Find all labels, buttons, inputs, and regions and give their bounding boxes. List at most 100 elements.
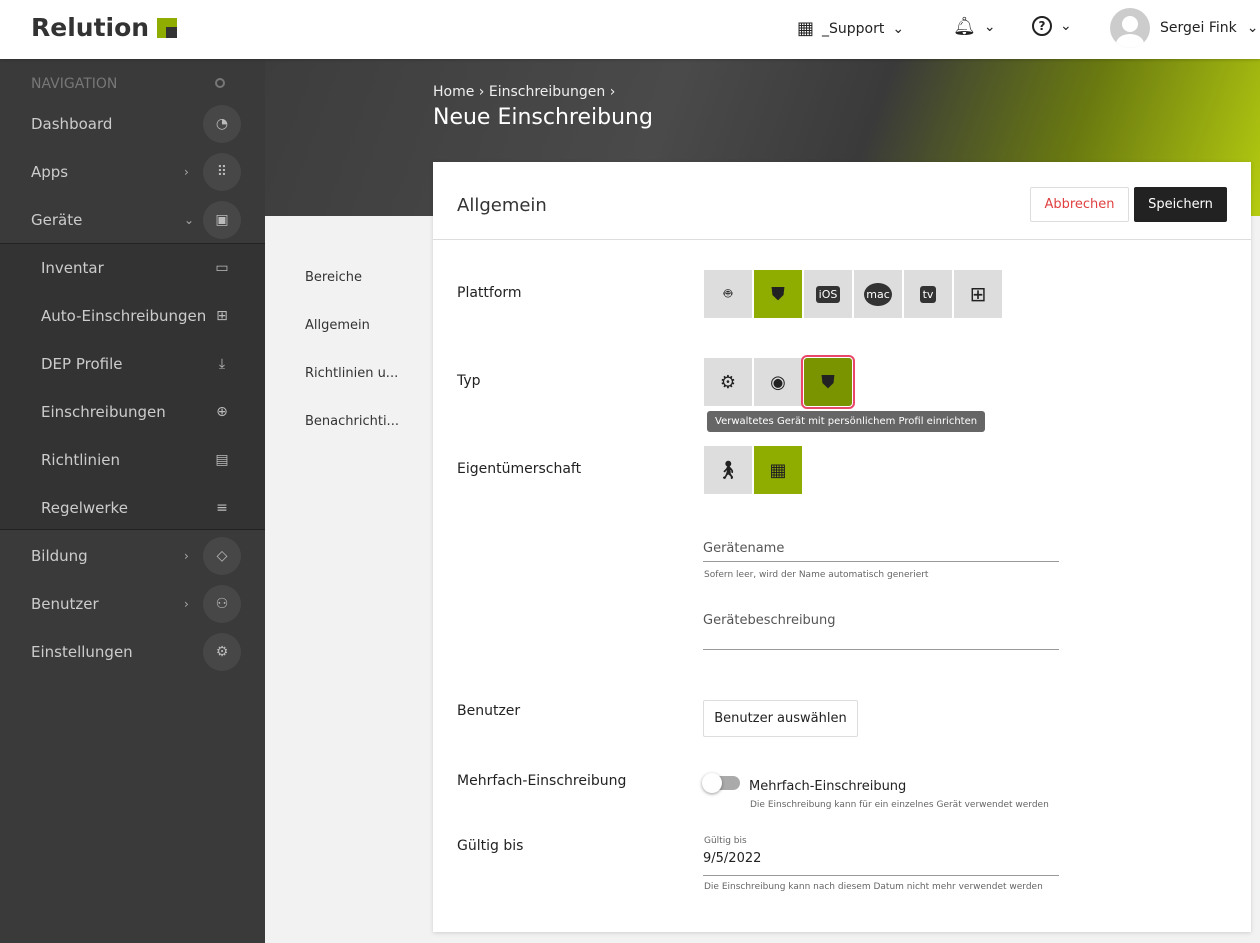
sidebar-item-auto-einschreibungen[interactable]: Auto-Einschreibungen ⊞: [0, 292, 265, 340]
sidebar-item-icon: ⠿: [203, 153, 241, 191]
ownership-personal[interactable]: 🚶︎: [704, 446, 752, 494]
chevron-icon: ›: [184, 597, 189, 611]
platform-windows[interactable]: ⊞: [954, 270, 1002, 318]
shield-person-icon: ⛊: [821, 371, 835, 393]
device-name-hint: Sofern leer, wird der Name automatisch g…: [704, 570, 929, 580]
person-icon: 🚶︎: [716, 459, 740, 481]
pin-icon[interactable]: [215, 78, 225, 88]
subnav-bereiche[interactable]: Bereiche: [305, 270, 362, 285]
chevron-icon: ⌄: [184, 213, 195, 227]
valid-until-hint: Die Einschreibung kann nach diesem Datum…: [704, 882, 1043, 892]
shield-user-icon: ◉: [770, 371, 786, 393]
chevron-down-icon: ⌄: [1060, 18, 1072, 34]
shield-briefcase-icon: ⛊: [771, 283, 785, 305]
sidebar-item-icon: ◇: [203, 537, 241, 575]
type-managed-device-personal-profile[interactable]: ⛊: [801, 355, 855, 409]
sidebar-item-benutzer[interactable]: Benutzer › ⚇: [0, 580, 265, 628]
sidebar-item-label: Einschreibungen: [41, 403, 166, 421]
help-button[interactable]: ? ⌄: [1032, 16, 1072, 36]
platform-ios[interactable]: iOS: [804, 270, 852, 318]
sidebar-item-label: Geräte: [31, 211, 83, 229]
user-label: Benutzer: [457, 703, 521, 719]
sidebar-item-inventar[interactable]: Inventar ▭: [0, 244, 265, 292]
valid-until-label: Gültig bis: [457, 838, 524, 854]
breadcrumb-enrollments[interactable]: Einschreibungen: [489, 84, 605, 100]
avatar: [1110, 8, 1150, 48]
windows-icon: ⊞: [969, 282, 987, 306]
subnav-richtlinien[interactable]: Richtlinien u...: [305, 366, 398, 381]
apple-tv-icon: tv: [919, 285, 937, 303]
sidebar-item-einstellungen[interactable]: Einstellungen ⚙: [0, 628, 265, 676]
sidebar-item-icon: ⊕: [216, 404, 228, 420]
multi-enrollment-toggle[interactable]: [702, 773, 740, 793]
building-icon: ▦: [797, 18, 815, 39]
ownership-selector: 🚶︎ ▦: [704, 446, 802, 494]
building-icon: ▦: [769, 459, 787, 481]
chevron-icon: ›: [184, 549, 189, 563]
page-title: Neue Einschreibung: [433, 105, 653, 130]
sidebar-item-bildung[interactable]: Bildung › ◇: [0, 532, 265, 580]
platform-tv[interactable]: tv: [904, 270, 952, 318]
nav-heading: NAVIGATION: [31, 76, 231, 92]
platform-mac[interactable]: mac: [854, 270, 902, 318]
help-icon: ?: [1032, 16, 1052, 36]
device-description-input[interactable]: Gerätebeschreibung: [703, 613, 1059, 650]
sidebar-item-label: Benutzer: [31, 595, 99, 613]
sidebar-item-icon: ▣: [203, 201, 241, 239]
sidebar-item-label: Richtlinien: [41, 451, 120, 469]
sidebar: NAVIGATION Dashboard ◔ Apps › ⠿ Geräte ⌄ ▣ Inven…: [0, 59, 265, 943]
sidebar-item-ger-te[interactable]: Geräte ⌄ ▣: [0, 196, 265, 244]
card-header: Allgemein Abbrechen Speichern: [433, 162, 1251, 240]
sidebar-item-label: DEP Profile: [41, 355, 123, 373]
sidebar-item-einschreibungen[interactable]: Einschreibungen ⊕: [0, 388, 265, 436]
sidebar-item-icon: ◔: [203, 105, 241, 143]
chevron-down-icon: ⌄: [892, 20, 905, 37]
ownership-company[interactable]: ▦: [754, 446, 802, 494]
device-name-input[interactable]: Gerätename: [703, 541, 1059, 562]
top-bar: Relution ▦ _Support ⌄ 🔔︎ ⌄ ? ⌄ Sergei Fink ⌄: [0, 0, 1260, 59]
sidebar-item-icon: ▭: [215, 260, 229, 276]
platform-label: Plattform: [457, 285, 522, 301]
chevron-down-icon: ⌄: [1246, 20, 1259, 36]
multi-enrollment-toggle-label: Mehrfach-Einschreibung: [749, 779, 907, 794]
logo[interactable]: Relution: [31, 13, 178, 42]
type-work-profile[interactable]: ◉: [754, 358, 802, 406]
sidebar-item-label: Dashboard: [31, 115, 113, 133]
sidebar-item-icon: ⚙: [203, 633, 241, 671]
platform-selector: 🤖︎ ⛊ iOS mac tv ⊞: [704, 270, 1002, 318]
sidebar-item-regelwerke[interactable]: Regelwerke ≡: [0, 484, 265, 532]
user-menu[interactable]: Sergei Fink ⌄: [1110, 8, 1259, 48]
sidebar-item-richtlinien[interactable]: Richtlinien ▤: [0, 436, 265, 484]
chevron-down-icon: ⌄: [983, 18, 996, 35]
sidebar-item-dashboard[interactable]: Dashboard ◔: [0, 100, 265, 148]
sidebar-item-icon: ⊞: [216, 308, 228, 324]
sidebar-item-icon: ≡: [216, 500, 228, 516]
card-title: Allgemein: [457, 195, 547, 216]
save-button[interactable]: Speichern: [1134, 187, 1227, 222]
sidebar-item-icon: ⚇: [203, 585, 241, 623]
platform-android-enterprise[interactable]: ⛊: [754, 270, 802, 318]
general-card: Allgemein Abbrechen Speichern Plattform …: [433, 162, 1251, 932]
sidebar-item-label: Inventar: [41, 259, 104, 277]
sidebar-item-apps[interactable]: Apps › ⠿: [0, 148, 265, 196]
breadcrumb: Home › Einschreibungen ›: [433, 84, 616, 100]
notifications-button[interactable]: 🔔︎ ⌄: [953, 16, 996, 37]
valid-until-field-label: Gültig bis: [704, 836, 747, 846]
sidebar-item-icon: ▤: [215, 452, 229, 468]
bell-icon: 🔔︎: [953, 16, 976, 37]
sidebar-item-icon: ⤓: [218, 356, 226, 372]
sidebar-item-dep-profile[interactable]: DEP Profile ⤓: [0, 340, 265, 388]
subnav-benachrichtigungen[interactable]: Benachrichti...: [305, 414, 399, 429]
type-managed-device[interactable]: ⚙: [704, 358, 752, 406]
org-switcher[interactable]: ▦ _Support ⌄: [797, 18, 904, 39]
breadcrumb-home[interactable]: Home: [433, 84, 474, 100]
logo-mark: [157, 17, 178, 38]
select-user-button[interactable]: Benutzer auswählen: [703, 700, 858, 737]
valid-until-input[interactable]: 9/5/2022: [703, 851, 1059, 876]
subnav-allgemein[interactable]: Allgemein: [305, 318, 370, 333]
ios-icon: iOS: [815, 285, 841, 303]
sidebar-item-label: Einstellungen: [31, 643, 133, 661]
cancel-button[interactable]: Abbrechen: [1030, 187, 1129, 222]
platform-android[interactable]: 🤖︎: [704, 270, 752, 318]
type-tooltip: Verwaltetes Gerät mit persönlichem Profi…: [707, 411, 986, 432]
